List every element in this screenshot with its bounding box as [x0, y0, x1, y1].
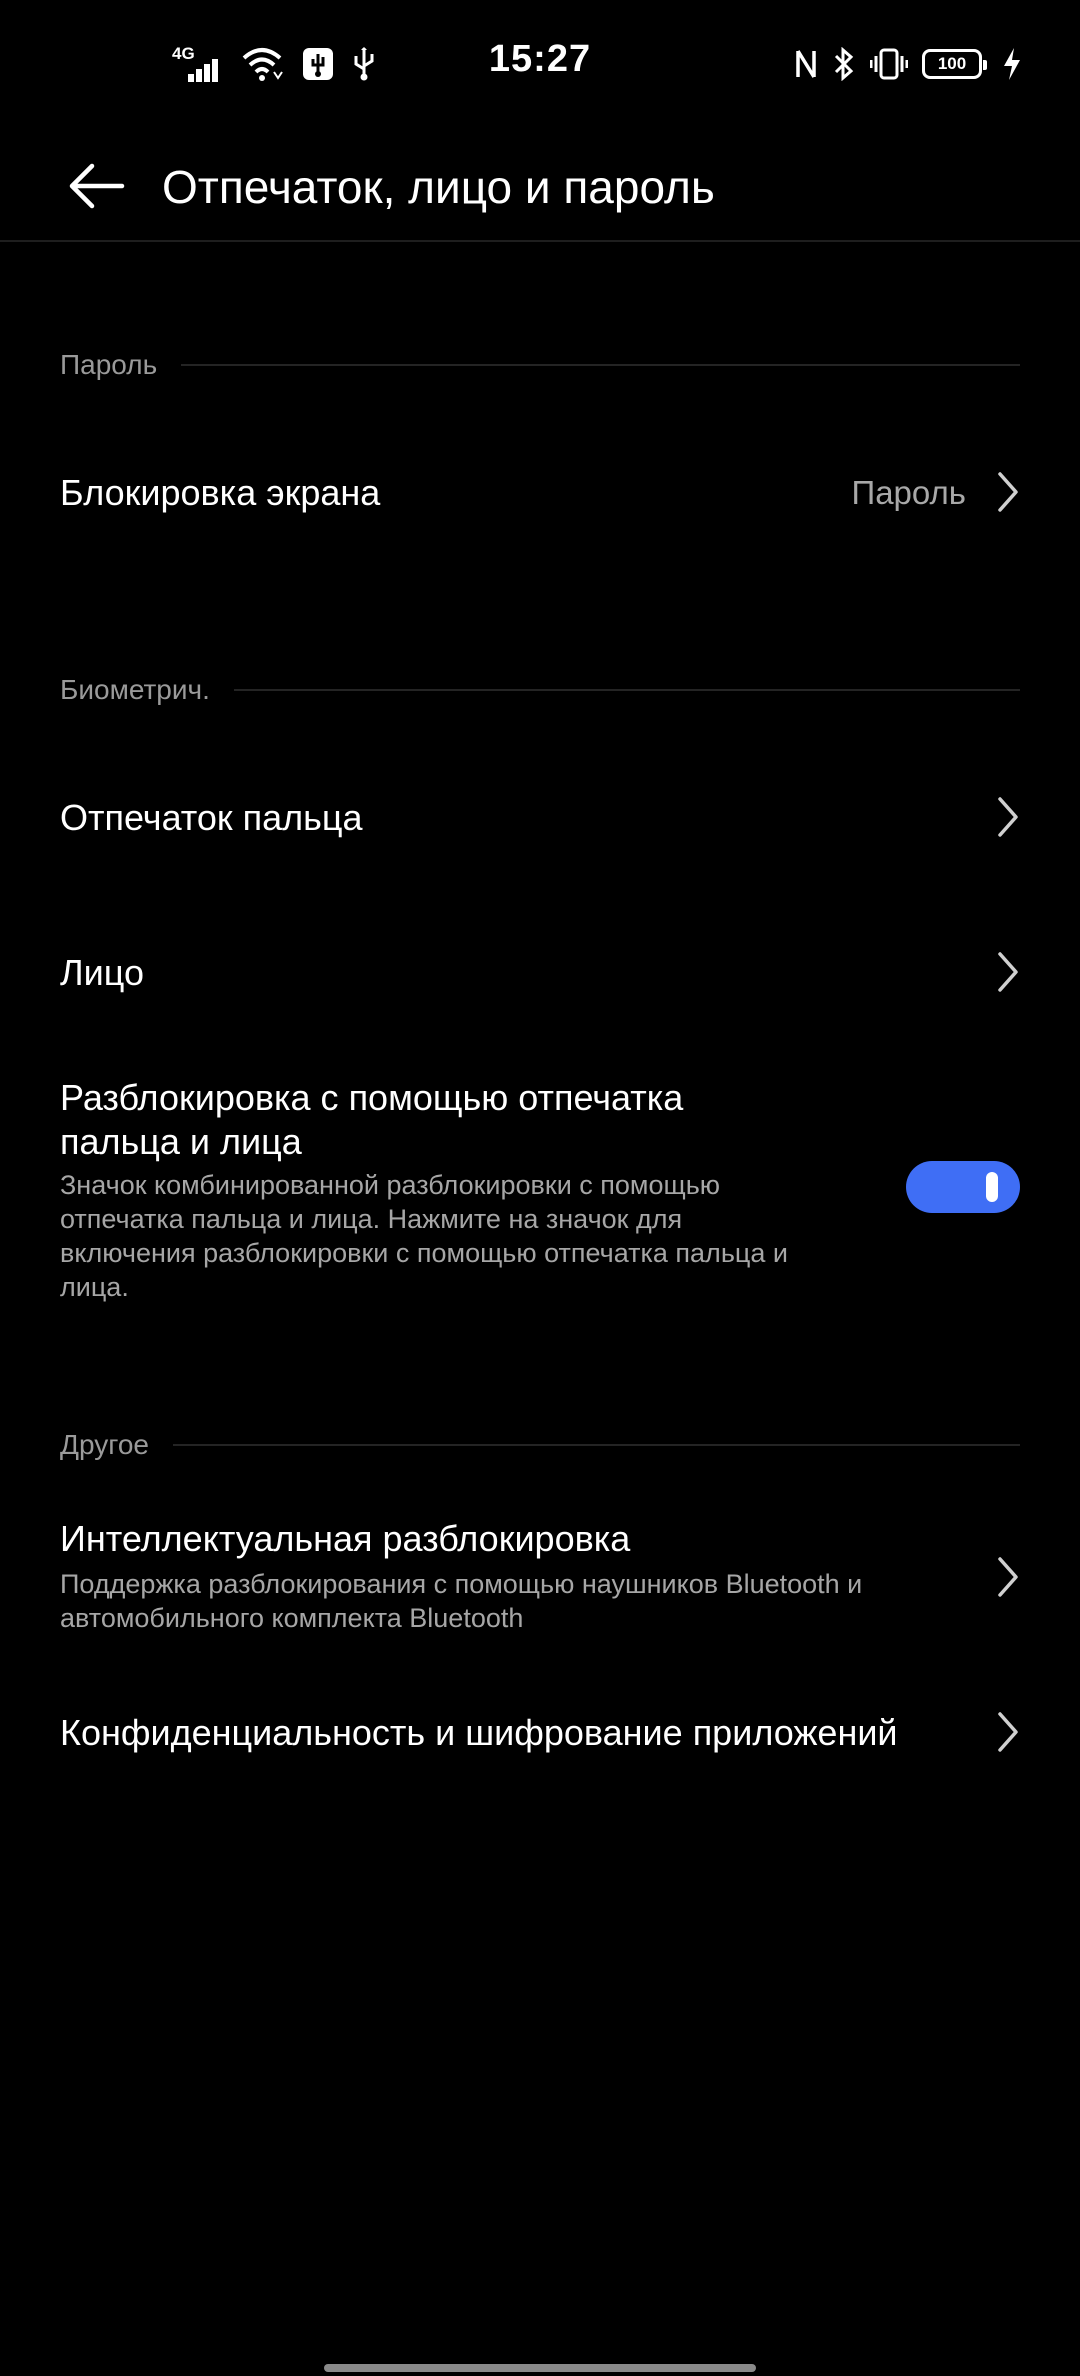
chevron-right-icon	[998, 1557, 1018, 1597]
row-title: Лицо	[60, 952, 144, 993]
section-header-password: Пароль	[60, 345, 1020, 385]
screen-lock-row[interactable]: Блокировка экрана Пароль	[0, 430, 1080, 555]
row-title: Конфиденциальность и шифрование приложен…	[60, 1712, 898, 1753]
section-header-label: Другое	[60, 1429, 149, 1460]
status-icons-right: 100	[794, 44, 1022, 84]
battery-icon: 100	[922, 49, 987, 79]
app-privacy-row[interactable]: Конфиденциальность и шифрование приложен…	[0, 1670, 1080, 1795]
app-bar: Отпечаток, лицо и пароль	[0, 130, 1080, 242]
row-title-line2: пальца и лица	[60, 1121, 302, 1162]
chevron-right-icon	[998, 472, 1018, 512]
face-row[interactable]: Лицо	[0, 910, 1080, 1035]
section-header-other: Другое	[60, 1425, 1020, 1465]
row-description-line4: лица.	[60, 1272, 129, 1302]
fingerprint-row[interactable]: Отпечаток пальца	[0, 755, 1080, 880]
back-arrow-icon	[69, 163, 125, 209]
section-header-biometrics: Биометрич.	[60, 670, 1020, 710]
row-description-line2: отпечатка пальца и лица. Нажмите на знач…	[60, 1204, 683, 1234]
smart-unlock-row[interactable]: Интеллектуальная разблокировка Поддержка…	[0, 1500, 1080, 1650]
row-title: Отпечаток пальца	[60, 797, 363, 838]
battery-level: 100	[937, 54, 967, 73]
row-title: Интеллектуальная разблокировка	[60, 1518, 631, 1559]
row-description-line1: Значок комбинированной разблокировки с п…	[60, 1170, 721, 1200]
chevron-right-icon	[998, 1712, 1018, 1752]
section-divider	[172, 1444, 1020, 1446]
row-description-line3: включения разблокировки с помощью отпеча…	[60, 1238, 788, 1268]
chevron-right-icon	[998, 797, 1018, 837]
charging-icon	[1002, 47, 1022, 81]
vibrate-icon	[869, 47, 909, 81]
row-description-line2: автомобильного комплекта Bluetooth	[60, 1603, 524, 1633]
nfc-icon	[794, 47, 818, 81]
section-divider	[181, 364, 1020, 366]
row-value: Пароль	[851, 474, 966, 511]
toggle-knob	[986, 1172, 998, 1202]
combined-unlock-toggle[interactable]	[906, 1161, 1020, 1213]
back-button[interactable]	[60, 150, 132, 222]
row-title-line1: Разблокировка с помощью отпечатка	[60, 1077, 684, 1118]
bluetooth-icon	[832, 46, 856, 82]
section-header-label: Биометрич.	[60, 674, 210, 705]
row-title: Блокировка экрана	[60, 472, 381, 513]
chevron-right-icon	[998, 952, 1018, 992]
section-header-label: Пароль	[60, 349, 158, 380]
combined-unlock-row: Разблокировка с помощью отпечатка пальца…	[0, 1065, 1080, 1325]
section-divider	[233, 689, 1020, 691]
home-indicator[interactable]	[324, 2364, 756, 2372]
status-bar: 4G 15:27 100	[0, 0, 1080, 130]
page-title: Отпечаток, лицо и пароль	[162, 161, 715, 213]
row-description-line1: Поддержка разблокирования с помощью науш…	[60, 1569, 863, 1599]
